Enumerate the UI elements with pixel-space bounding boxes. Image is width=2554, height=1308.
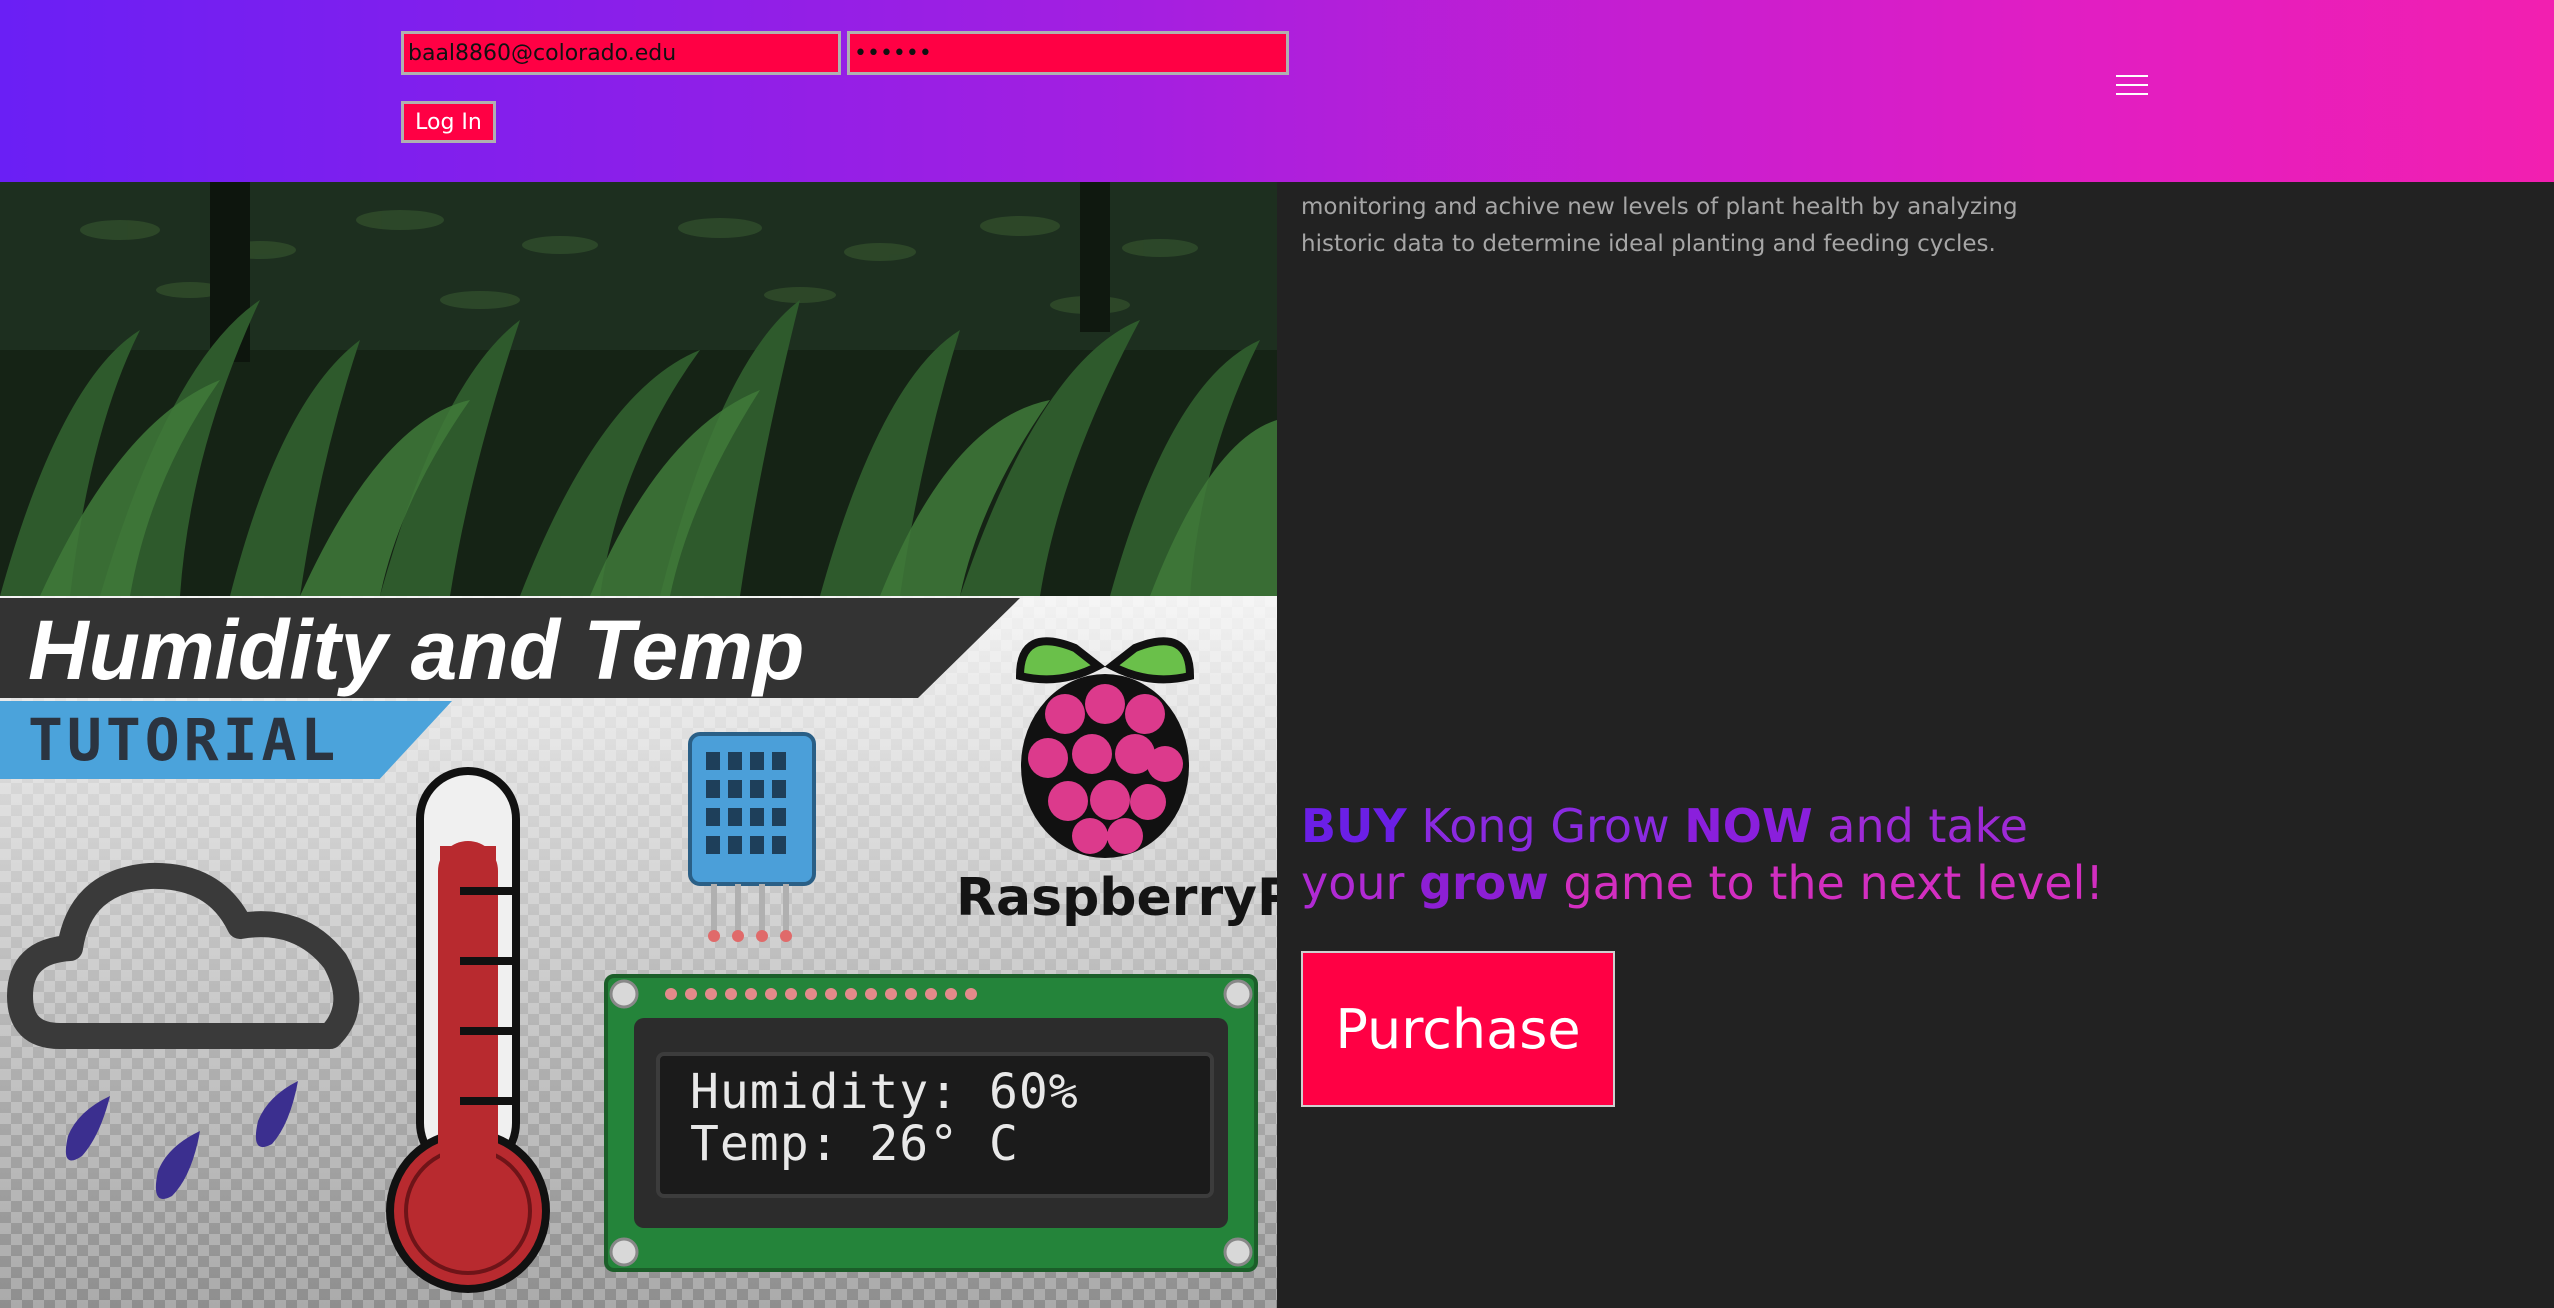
tutorial-subtitle: TUTORIAL [28, 706, 340, 774]
lcd-line-temp: Temp: 26° C [690, 1116, 1019, 1172]
header-bar: Log In [0, 0, 2554, 182]
raspberry-pi-logo [1015, 637, 1195, 858]
email-field[interactable] [401, 31, 841, 75]
cta-your: your [1301, 856, 1420, 910]
rain-cloud-icon [7, 862, 360, 1199]
cta-buy: BUY [1301, 799, 1407, 853]
cta-now: NOW [1684, 799, 1813, 853]
cta-and-take: and take [1812, 799, 2028, 853]
lcd-line-humidity: Humidity: 60% [690, 1064, 1079, 1120]
cta-grow: grow [1419, 856, 1549, 910]
purchase-button[interactable]: Purchase [1301, 951, 1615, 1107]
lcd-screen: Humidity: 60% Temp: 26° C [656, 1052, 1214, 1198]
thermometer-icon [386, 767, 550, 1293]
raspberry-pi-brand: RaspberryPi [956, 868, 1277, 928]
login-button[interactable]: Log In [401, 101, 496, 143]
cta-rest: game to the next level! [1548, 856, 2104, 910]
tutorial-title: Humidity and Temp [28, 603, 805, 697]
image-column: Humidity and Temp TUTORIAL RaspberryPi H… [0, 0, 1277, 1308]
content-column: ideal temperature and humidity levels ag… [1277, 0, 2554, 1308]
hamburger-menu-icon[interactable] [2116, 70, 2152, 100]
password-field[interactable] [847, 31, 1289, 75]
dht-sensor-icon [688, 732, 816, 942]
cta-headline: BUY Kong Grow NOW and take your grow game… [1301, 798, 2201, 912]
cta-kong-grow: Kong Grow [1406, 799, 1685, 853]
humidity-temp-tutorial-image: Humidity and Temp TUTORIAL RaspberryPi H… [0, 596, 1277, 1308]
lcd-display: Humidity: 60% Temp: 26° C [606, 976, 1256, 1270]
